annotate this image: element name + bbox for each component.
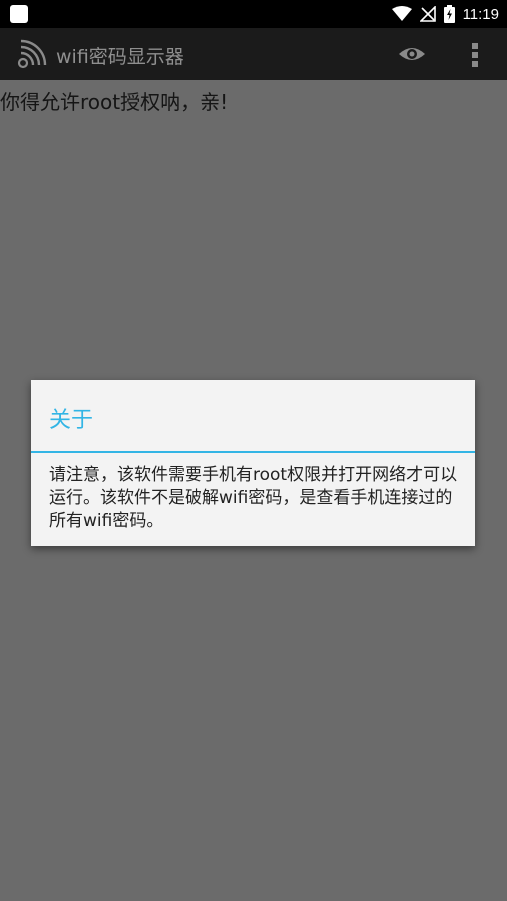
battery-charging-icon <box>443 5 455 23</box>
root-permission-message: 你得允许root授权呐，亲! <box>0 90 229 114</box>
dialog-title: 关于 <box>49 408 94 433</box>
wifi-icon <box>391 6 412 22</box>
eye-icon[interactable] <box>397 42 427 66</box>
overflow-menu-icon[interactable] <box>468 41 482 69</box>
status-right-group: 11:19 <box>391 0 499 28</box>
about-dialog: 关于 请注意，该软件需要手机有root权限并打开网络才可以运行。该软件不是破解w… <box>31 380 475 546</box>
no-signal-icon <box>419 6 436 22</box>
notification-square-icon <box>10 5 28 23</box>
dialog-message: 请注意，该软件需要手机有root权限并打开网络才可以运行。该软件不是破解wifi… <box>49 465 458 531</box>
status-time: 11:19 <box>462 5 499 23</box>
wifi-logo-icon <box>16 38 48 70</box>
status-bar: 11:19 <box>0 0 507 28</box>
app-bar: wifi密码显示器 <box>0 28 507 80</box>
dialog-divider <box>31 451 475 453</box>
app-title: wifi密码显示器 <box>56 46 184 68</box>
